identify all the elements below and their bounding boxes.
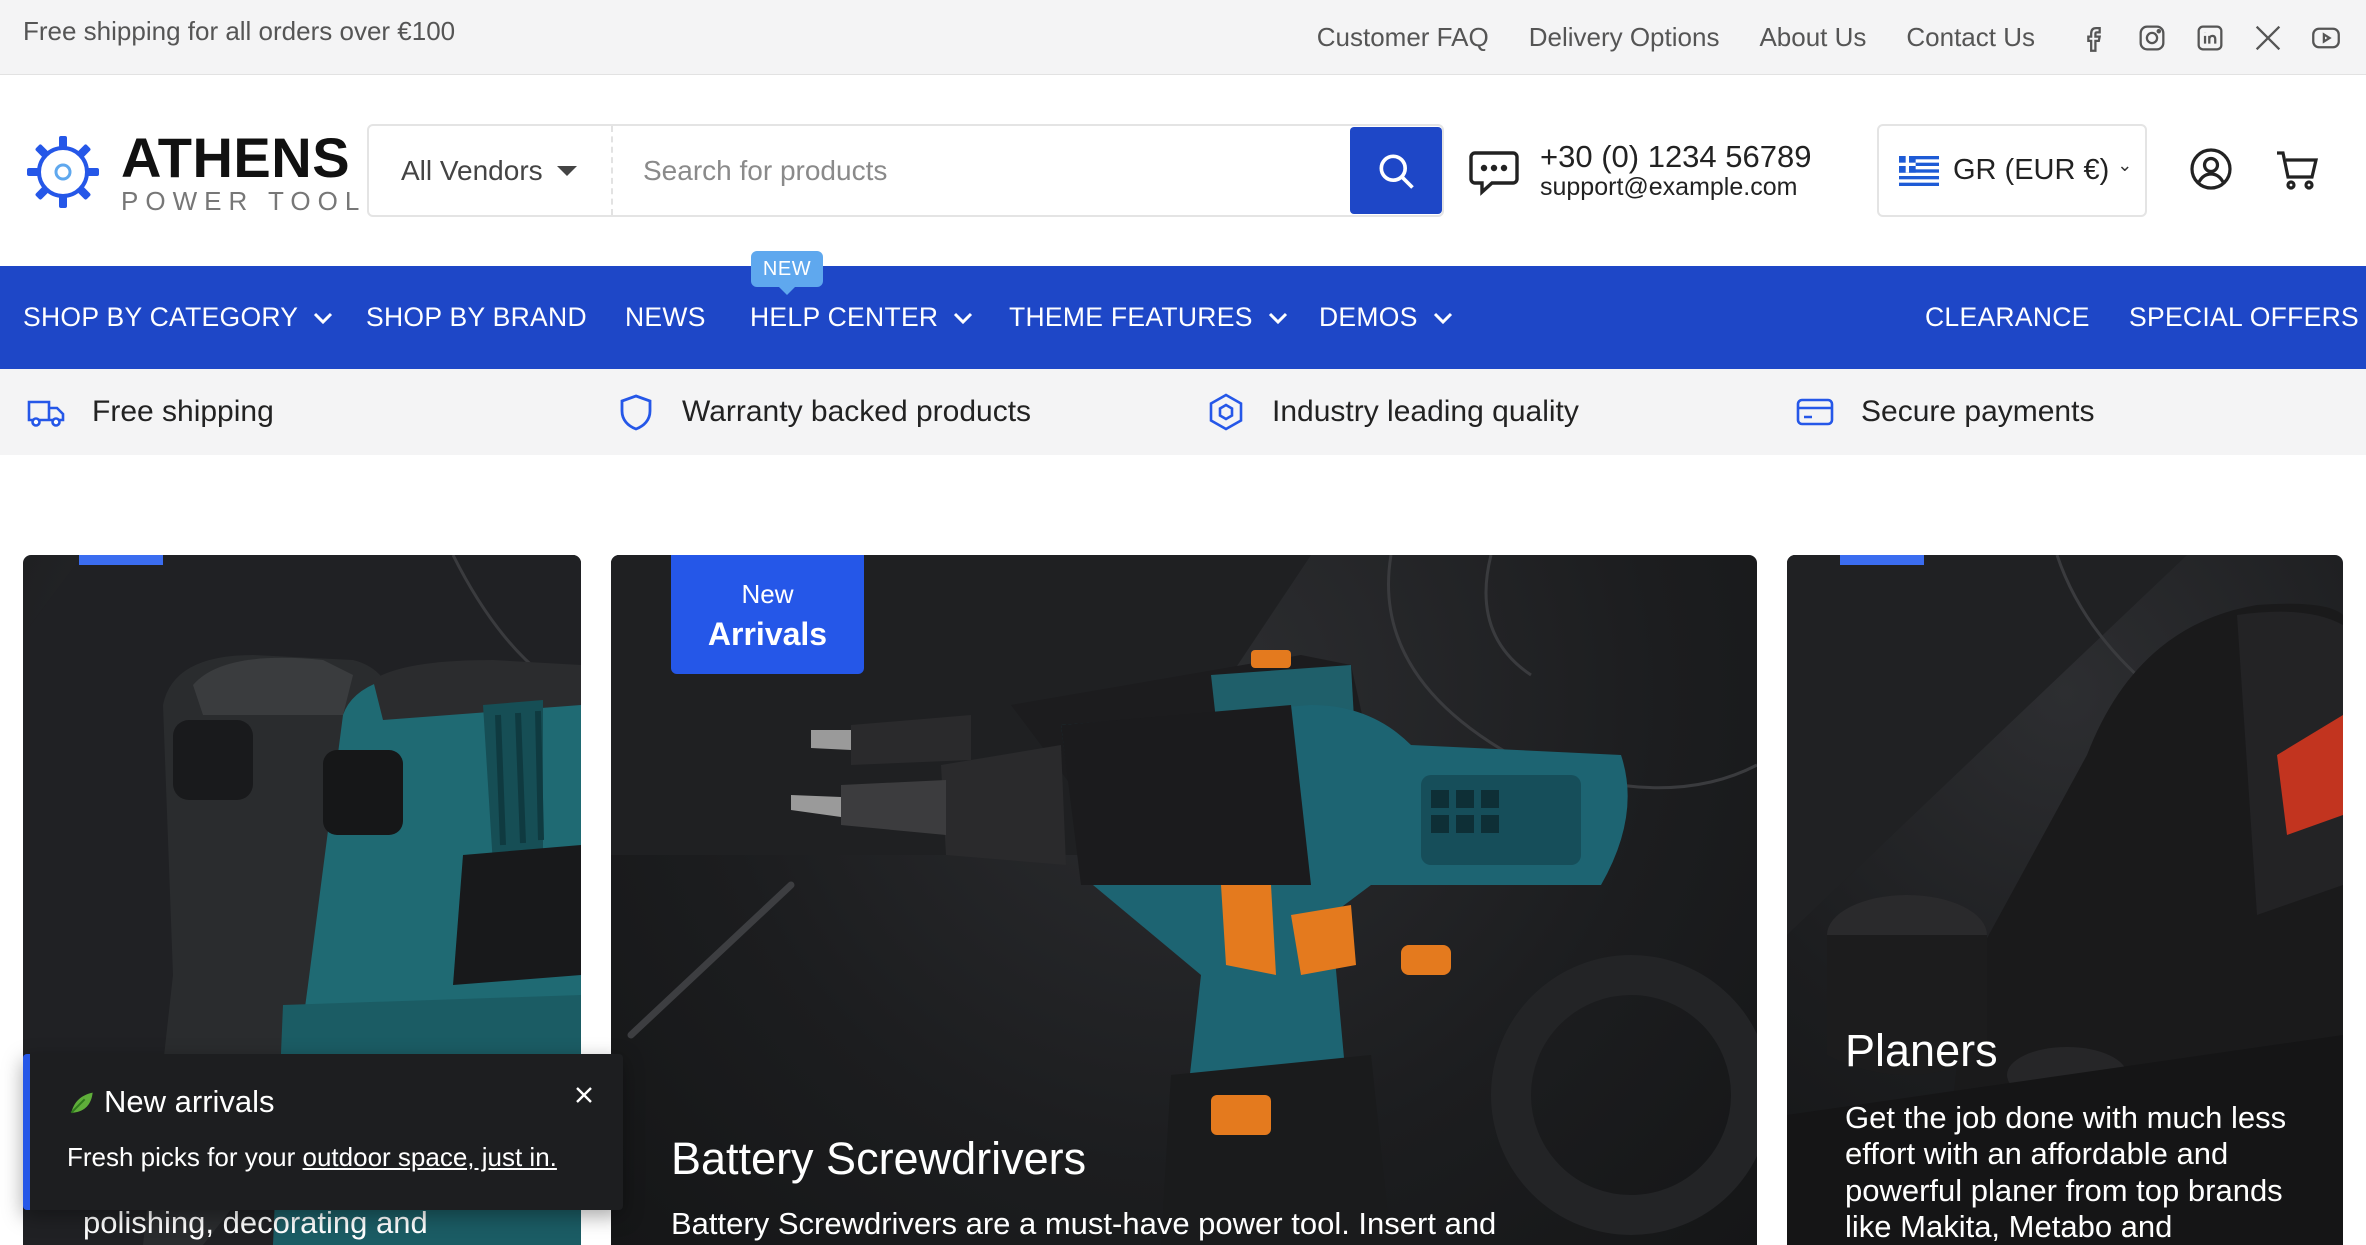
vendor-select-label: All Vendors — [401, 154, 543, 186]
contact-us-link[interactable]: Contact Us — [1906, 22, 2035, 53]
phone-number[interactable]: +30 (0) 1234 56789 — [1540, 139, 1811, 174]
toast-title-text: New arrivals — [104, 1084, 275, 1119]
badge-line-1: New — [741, 579, 794, 609]
toast-message: Fresh picks for your outdoor space, just… — [67, 1142, 557, 1173]
new-badge: NEW — [751, 251, 823, 295]
hexagon-icon — [1209, 393, 1243, 431]
category-card-planers[interactable]: Planers Get the job done with much less … — [1787, 555, 2343, 1245]
new-arrivals-toast: New arrivals Fresh picks for your outdoo… — [23, 1054, 623, 1210]
nav-label: NEWS — [625, 302, 706, 332]
nav-shop-by-brand[interactable]: SHOP BY BRAND — [366, 266, 587, 369]
card-tab-accent — [79, 555, 163, 565]
locale-label: GR (EUR €) — [1953, 154, 2110, 186]
facebook-icon[interactable] — [2077, 21, 2111, 55]
x-icon[interactable] — [2251, 21, 2285, 55]
search-bar: All Vendors — [367, 124, 1444, 217]
feature-quality: Industry leading quality — [1206, 369, 1579, 455]
feature-free-shipping: Free shipping — [26, 369, 274, 455]
feature-secure-payments: Secure payments — [1795, 369, 2094, 455]
search-button[interactable] — [1350, 127, 1442, 214]
card-title: Battery Screwdrivers — [671, 1133, 1087, 1184]
nav-label: DEMOS — [1319, 302, 1418, 332]
social-links — [2077, 21, 2343, 55]
chevron-down-icon — [1433, 312, 1452, 324]
feature-label: Free shipping — [92, 395, 274, 428]
cart-icon[interactable] — [2272, 144, 2322, 194]
close-icon[interactable] — [569, 1080, 599, 1110]
chat-bubble-icon — [1469, 151, 1519, 196]
credit-card-icon — [1796, 398, 1834, 426]
customer-faq-link[interactable]: Customer FAQ — [1317, 22, 1489, 53]
youtube-icon[interactable] — [2309, 21, 2343, 55]
nav-label: SPECIAL OFFERS — [2129, 302, 2359, 332]
nav-label: SHOP BY BRAND — [366, 302, 587, 332]
feature-label: Secure payments — [1861, 395, 2095, 428]
chevron-down-icon: ⌄ — [2117, 155, 2133, 175]
nav-news[interactable]: NEWS — [625, 266, 706, 369]
card-tab-accent — [1840, 555, 1924, 565]
about-us-link[interactable]: About Us — [1759, 22, 1866, 53]
feature-label: Warranty backed products — [682, 395, 1032, 428]
chevron-down-icon — [1268, 312, 1287, 324]
instagram-icon[interactable] — [2135, 21, 2169, 55]
chevron-down-icon — [314, 312, 333, 324]
logo-title: ATHENS — [121, 126, 351, 189]
top-announcement-bar: Free shipping for all orders over €100 C… — [0, 0, 2366, 75]
nav-label: SHOP BY CATEGORY — [23, 302, 299, 332]
feature-label: Industry leading quality — [1272, 395, 1579, 428]
account-icon[interactable] — [2186, 144, 2236, 194]
card-title: Planers — [1845, 1025, 1998, 1076]
site-logo[interactable]: ATHENS POWER TOOLS — [23, 130, 391, 214]
new-arrivals-badge: New Arrivals — [671, 555, 864, 674]
delivery-options-link[interactable]: Delivery Options — [1529, 22, 1720, 53]
toast-message-text: Fresh picks for your — [67, 1142, 303, 1172]
linkedin-icon[interactable] — [2193, 21, 2227, 55]
nav-label: HELP CENTER — [750, 302, 939, 332]
search-icon — [1379, 154, 1414, 189]
feature-warranty: Warranty backed products — [616, 369, 1031, 455]
country-currency-selector[interactable]: GR (EUR €) ⌄ — [1877, 124, 2147, 217]
nav-special-offers[interactable]: SPECIAL OFFERS — [2129, 266, 2359, 369]
chevron-down-icon — [954, 312, 973, 324]
greece-flag-icon — [1899, 155, 1939, 186]
gear-logo-icon — [27, 136, 99, 208]
card-description: Get the job done with much less effort w… — [1845, 1100, 2287, 1244]
card-description: Battery Screwdrivers are a must-have pow… — [671, 1206, 1497, 1241]
nav-demos[interactable]: DEMOS — [1319, 266, 1454, 369]
contact-info: +30 (0) 1234 56789 support@example.com — [1466, 139, 1811, 202]
features-bar: Free shipping Warranty backed products I… — [0, 369, 2366, 455]
nav-shop-by-category[interactable]: SHOP BY CATEGORY — [23, 266, 334, 369]
badge-line-2: Arrivals — [707, 616, 828, 652]
caret-down-icon — [556, 165, 577, 176]
leaf-icon — [70, 1092, 93, 1114]
logo-subtitle: POWER TOOLS — [121, 186, 391, 216]
nav-clearance[interactable]: CLEARANCE — [1925, 266, 2090, 369]
top-links: Customer FAQ Delivery Options About Us C… — [1317, 0, 2343, 75]
card-description: polishing, decorating and — [83, 1205, 428, 1240]
toast-title: New arrivals — [66, 1084, 275, 1120]
support-email[interactable]: support@example.com — [1540, 174, 1811, 202]
nav-label: THEME FEATURES — [1009, 302, 1253, 332]
shield-icon — [620, 394, 652, 431]
site-header: ATHENS POWER TOOLS All Vendors +30 (0) 1… — [0, 75, 2366, 266]
free-shipping-promo: Free shipping for all orders over €100 — [23, 16, 456, 46]
toast-link[interactable]: outdoor space, just in. — [303, 1142, 557, 1172]
truck-icon — [27, 400, 65, 427]
vendor-select[interactable]: All Vendors — [369, 126, 613, 215]
nav-theme-features[interactable]: THEME FEATURES — [1009, 266, 1289, 369]
nav-label: CLEARANCE — [1925, 302, 2090, 332]
search-input[interactable] — [613, 126, 1350, 215]
main-navigation: SHOP BY CATEGORY SHOP BY BRAND NEWS HELP… — [0, 266, 2366, 369]
